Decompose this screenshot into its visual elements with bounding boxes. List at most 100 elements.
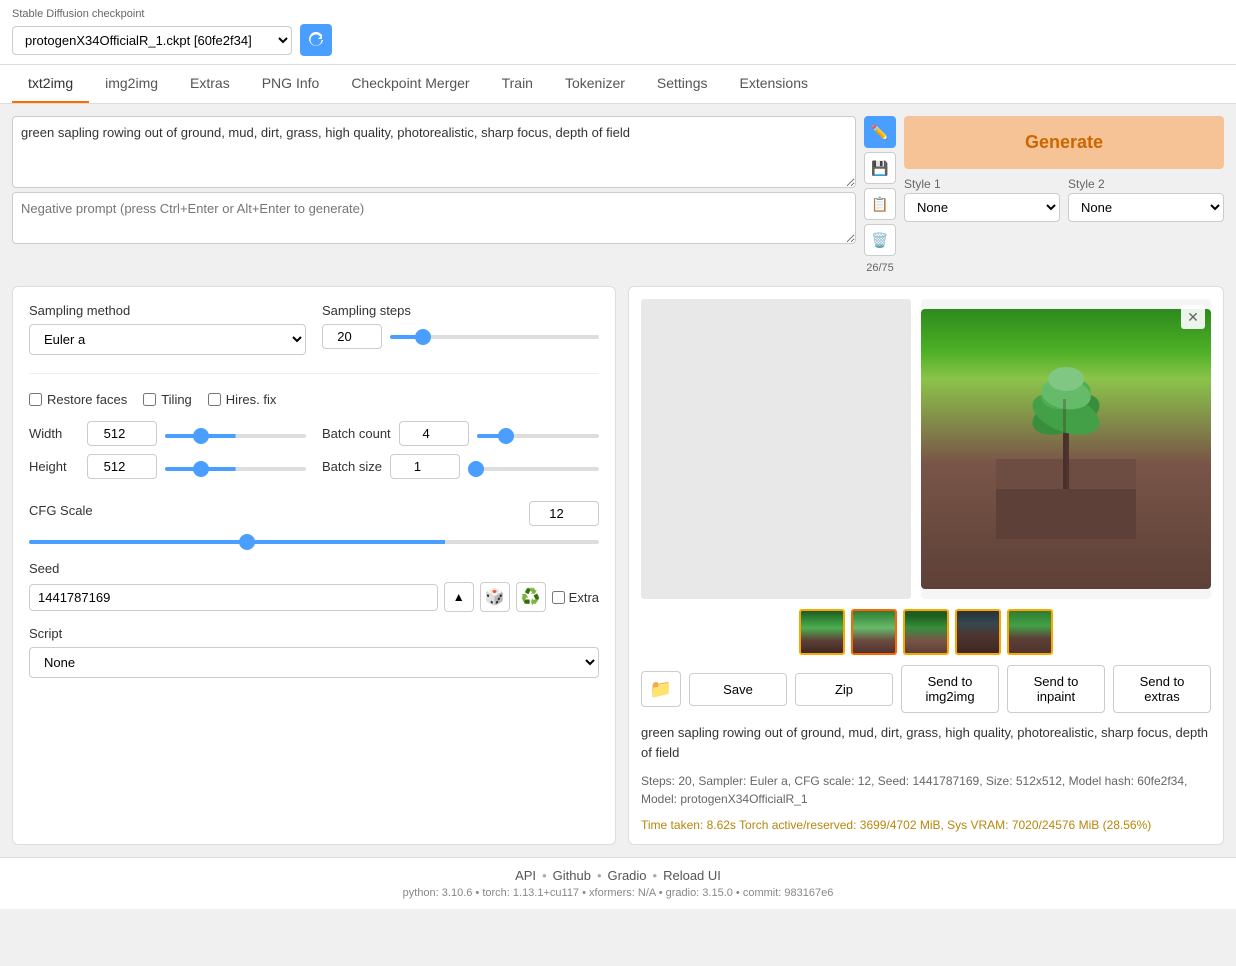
params-panel: Sampling method Euler a Sampling steps [12,286,616,845]
dim-batch-row: Width Height [29,421,599,487]
load-style-button[interactable]: 📋 [864,188,896,220]
restore-faces-checkbox[interactable]: Restore faces [29,392,127,407]
send-to-extras-button[interactable]: Send to extras [1113,665,1211,713]
batch-size-input[interactable] [390,454,460,479]
tiling-checkbox[interactable]: Tiling [143,392,192,407]
thumbnail-3[interactable] [903,609,949,655]
extra-checkbox[interactable] [552,591,565,604]
sampling-steps-label: Sampling steps [322,303,599,318]
tab-png-info[interactable]: PNG Info [246,65,336,103]
checkpoint-select[interactable]: protogenX34OfficialR_1.ckpt [60fe2f34] [12,26,292,55]
tab-txt2img[interactable]: txt2img [12,65,89,103]
positive-prompt[interactable] [12,116,856,188]
edit-prompt-button[interactable]: ✏️ [864,116,896,148]
generate-section: Generate Style 1 None Style 2 None [904,116,1224,274]
negative-prompt[interactable] [12,192,856,244]
output-left-placeholder [641,299,911,599]
footer-gradio-link[interactable]: Gradio [608,868,647,883]
footer-github-link[interactable]: Github [553,868,591,883]
batch-size-slider[interactable] [468,467,599,471]
batch-count-row: Batch count [322,421,599,446]
height-input[interactable] [87,454,157,479]
batch-count-slider[interactable] [477,434,599,438]
tab-img2img[interactable]: img2img [89,65,174,103]
tab-extras[interactable]: Extras [174,65,246,103]
tab-settings[interactable]: Settings [641,65,724,103]
batch-size-row: Batch size [322,454,599,479]
thumbnails-row [641,609,1211,655]
sapling-svg [996,359,1136,539]
style1-label: Style 1 [904,177,1060,191]
width-slider[interactable] [165,434,306,438]
tab-extensions[interactable]: Extensions [724,65,824,103]
seed-section: Seed ▲ 🎲 ♻️ Extra [29,561,599,612]
steps-slider[interactable] [390,335,599,339]
tabs-bar: txt2img img2img Extras PNG Info Checkpoi… [0,65,1236,104]
batch-count-input[interactable] [399,421,469,446]
seed-label: Seed [29,561,599,576]
batch-count-label: Batch count [322,426,391,441]
style2-select[interactable]: None [1068,193,1224,222]
open-folder-button[interactable]: 📁 [641,671,681,707]
generate-button[interactable]: Generate [904,116,1224,169]
save-button[interactable]: Save [689,673,787,706]
footer-links: API • Github • Gradio • Reload UI [10,868,1226,883]
script-select[interactable]: None [29,647,599,678]
cfg-slider[interactable] [29,540,599,544]
image-display: ✕ [921,299,1211,599]
script-section: Script None [29,626,599,678]
steps-input[interactable] [322,324,382,349]
height-slider[interactable] [165,467,306,471]
generated-image [921,309,1211,589]
seed-up-button[interactable]: ▲ [444,582,474,612]
extra-checkbox-label[interactable]: Extra [552,590,599,605]
refresh-checkpoint-button[interactable] [300,24,332,56]
footer-api-link[interactable]: API [515,868,536,883]
thumbnail-4[interactable] [955,609,1001,655]
tab-checkpoint-merger[interactable]: Checkpoint Merger [335,65,485,103]
width-input[interactable] [87,421,157,446]
script-label: Script [29,626,599,641]
cfg-input[interactable] [529,501,599,526]
width-slider-wrap [165,426,306,441]
wh-col: Width Height [29,421,306,487]
seed-dice-button[interactable]: 🎲 [480,582,510,612]
tab-train[interactable]: Train [486,65,549,103]
thumbnail-5[interactable] [1007,609,1053,655]
style1-select[interactable]: None [904,193,1060,222]
batch-count-slider-wrap [477,426,599,441]
seed-input[interactable] [29,584,438,611]
width-row: Width [29,421,306,446]
close-image-button[interactable]: ✕ [1181,305,1205,329]
prompt-inputs [12,116,856,274]
timing-info: Time taken: 8.62s Torch active/reserved:… [641,818,1211,832]
output-images-area: ✕ [641,299,1211,599]
tab-tokenizer[interactable]: Tokenizer [549,65,641,103]
output-meta: Steps: 20, Sampler: Euler a, CFG scale: … [641,772,1211,808]
batch-size-slider-wrap [468,459,599,474]
cfg-section: CFG Scale [29,501,599,547]
checkpoint-row: protogenX34OfficialR_1.ckpt [60fe2f34] [12,24,1224,56]
send-to-img2img-button[interactable]: Send to img2img [901,665,999,713]
zip-button[interactable]: Zip [795,673,893,706]
trash-button[interactable]: 🗑️ [864,224,896,256]
checkboxes-row: Restore faces Tiling Hires. fix [29,392,599,407]
output-panel: ✕ [628,286,1224,845]
thumbnail-1[interactable] [799,609,845,655]
sampling-method-select[interactable]: Euler a [29,324,306,355]
refresh-icon [308,32,324,48]
seed-recycle-button[interactable]: ♻️ [516,582,546,612]
style2-label: Style 2 [1068,177,1224,191]
footer: API • Github • Gradio • Reload UI python… [0,857,1236,909]
checkpoint-label: Stable Diffusion checkpoint [12,8,1224,20]
save-style-button[interactable]: 💾 [864,152,896,184]
hires-fix-checkbox[interactable]: Hires. fix [208,392,277,407]
prompt-generate-row: ✏️ 💾 📋 🗑️ 26/75 Generate Style 1 None St… [12,116,1224,274]
height-row: Height [29,454,306,479]
batch-col: Batch count Batch size [322,421,599,487]
send-to-inpaint-button[interactable]: Send to inpaint [1007,665,1105,713]
height-slider-wrap [165,459,306,474]
footer-meta: python: 3.10.6 • torch: 1.13.1+cu117 • x… [10,887,1226,899]
footer-reload-link[interactable]: Reload UI [663,868,721,883]
thumbnail-2[interactable] [851,609,897,655]
